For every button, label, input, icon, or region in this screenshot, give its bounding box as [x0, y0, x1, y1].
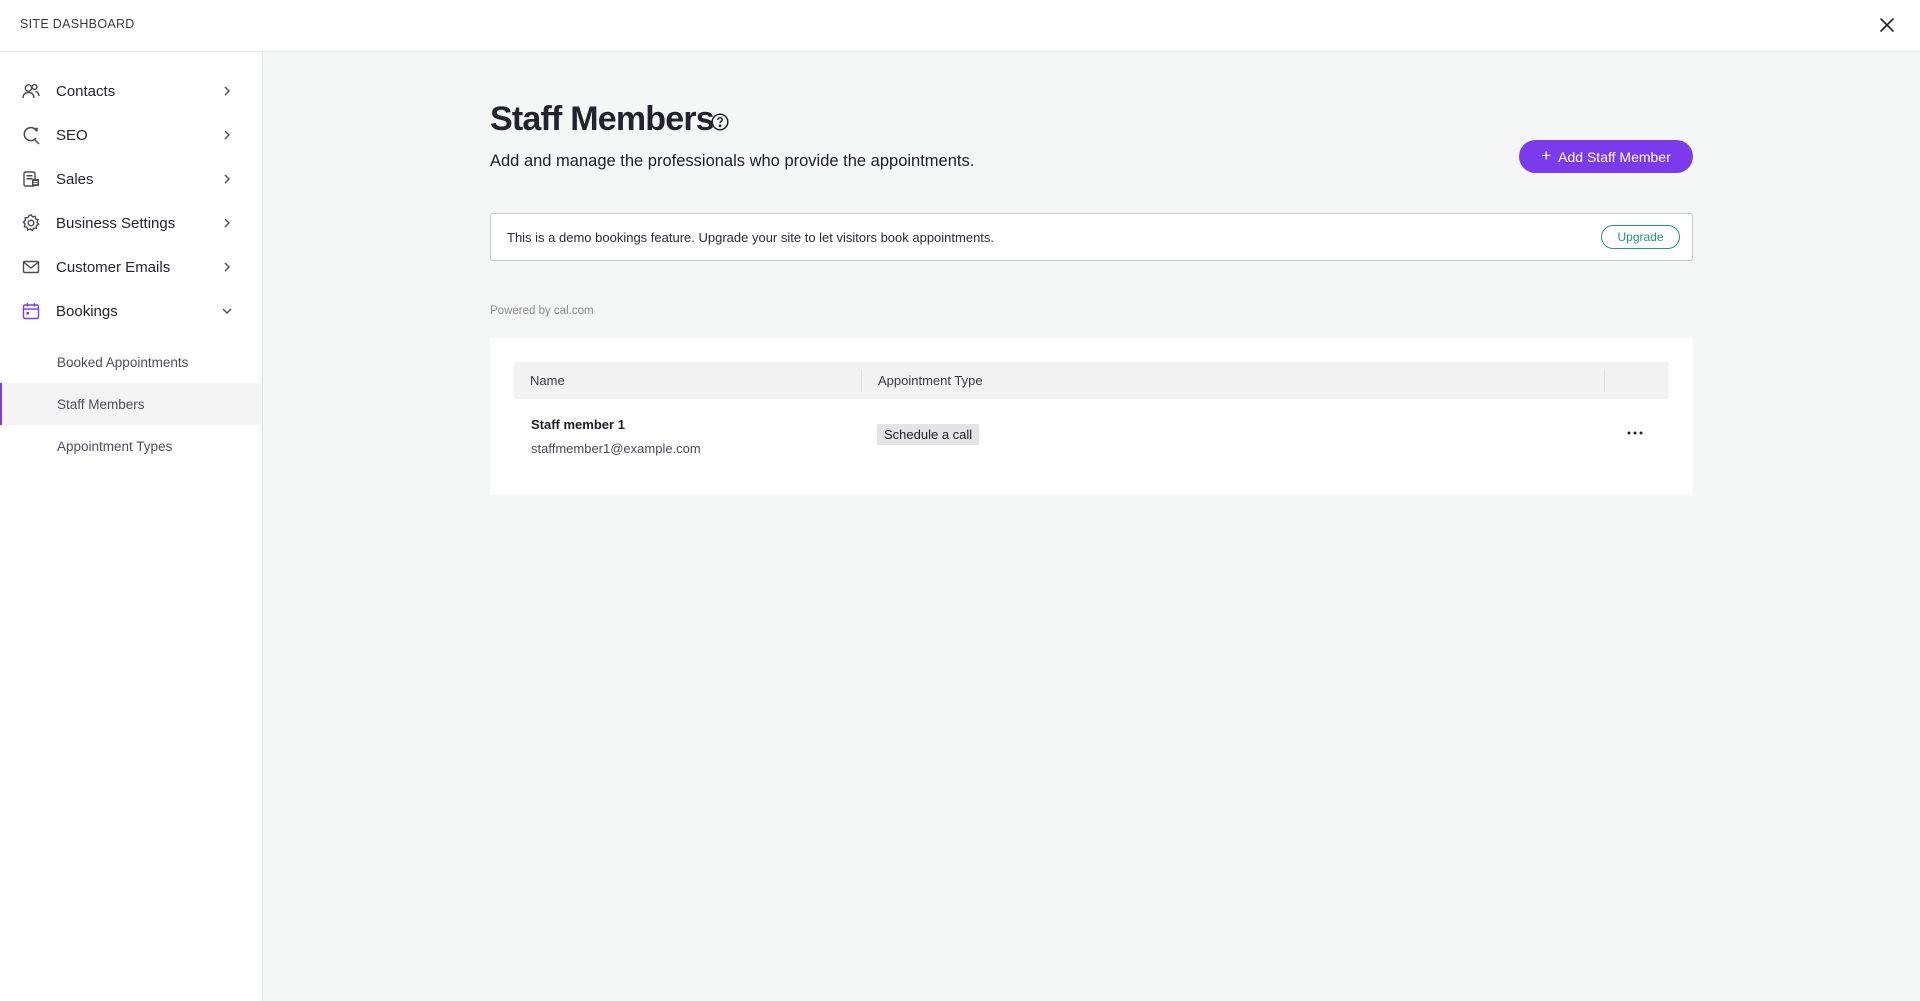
column-divider [861, 369, 862, 392]
sidebar-subitem-label: Booked Appointments [57, 354, 189, 370]
column-header-name: Name [530, 373, 565, 388]
sidebar-item-label: Bookings [56, 302, 118, 320]
add-staff-member-label: Add Staff Member [1558, 148, 1671, 165]
app-title: SITE DASHBOARD [20, 17, 135, 31]
sidebar-item-label: Customer Emails [56, 258, 171, 276]
seo-icon [20, 124, 42, 146]
sidebar-item-sales[interactable]: Sales [0, 157, 262, 201]
sidebar-item-bookings[interactable]: Bookings [0, 289, 262, 333]
sidebar: Contacts SEO Sales Business Settings Cus… [0, 52, 263, 1001]
mail-icon [20, 256, 42, 278]
sidebar-item-seo[interactable]: SEO [0, 113, 262, 157]
main-content: Staff Members Add and manage the profess… [263, 52, 1920, 1001]
sidebar-item-business-settings[interactable]: Business Settings [0, 201, 262, 245]
sidebar-item-contacts[interactable]: Contacts [0, 69, 262, 113]
sidebar-item-label: SEO [56, 126, 88, 144]
chevron-down-icon [220, 304, 234, 318]
sidebar-subitem-appointment-types[interactable]: Appointment Types [0, 425, 262, 467]
demo-notice-banner: This is a demo bookings feature. Upgrade… [490, 213, 1693, 261]
sidebar-subitem-staff-members[interactable]: Staff Members [0, 383, 262, 425]
notice-text: This is a demo bookings feature. Upgrade… [507, 230, 995, 245]
sidebar-item-customer-emails[interactable]: Customer Emails [0, 245, 262, 289]
sales-icon [20, 168, 42, 190]
column-header-appointment-type: Appointment Type [878, 373, 983, 388]
staff-table: Name Appointment Type Staff member 1 sta… [490, 338, 1693, 495]
calendar-icon [20, 300, 42, 322]
more-options-icon[interactable] [1622, 422, 1648, 444]
powered-by-text: Powered by cal.com [490, 305, 594, 317]
close-icon[interactable] [1876, 14, 1898, 36]
staff-email: staffmember1@example.com [531, 441, 701, 456]
chevron-right-icon [220, 172, 234, 186]
chevron-right-icon [220, 128, 234, 142]
chevron-right-icon [220, 216, 234, 230]
page-title: Staff Members [490, 100, 715, 138]
upgrade-button[interactable]: Upgrade [1601, 225, 1680, 249]
sidebar-item-label: Contacts [56, 82, 116, 100]
sidebar-subitem-booked-appointments[interactable]: Booked Appointments [0, 341, 262, 383]
table-header: Name Appointment Type [514, 362, 1669, 399]
page-subtitle: Add and manage the professionals who pro… [490, 152, 975, 170]
chevron-right-icon [220, 84, 234, 98]
sidebar-subitem-label: Staff Members [57, 396, 145, 412]
help-icon[interactable] [710, 112, 730, 132]
sidebar-item-label: Sales [56, 170, 94, 188]
chevron-right-icon [220, 260, 234, 274]
sidebar-subitem-label: Appointment Types [57, 438, 173, 454]
gear-icon [20, 212, 42, 234]
top-bar: SITE DASHBOARD [0, 0, 1920, 52]
column-divider [1604, 369, 1605, 392]
appointment-type-badge: Schedule a call [877, 424, 980, 445]
add-staff-member-button[interactable]: + Add Staff Member [1519, 140, 1693, 173]
plus-icon: + [1541, 146, 1552, 165]
sidebar-item-label: Business Settings [56, 214, 176, 232]
staff-name: Staff member 1 [531, 417, 625, 432]
contacts-icon [20, 80, 42, 102]
